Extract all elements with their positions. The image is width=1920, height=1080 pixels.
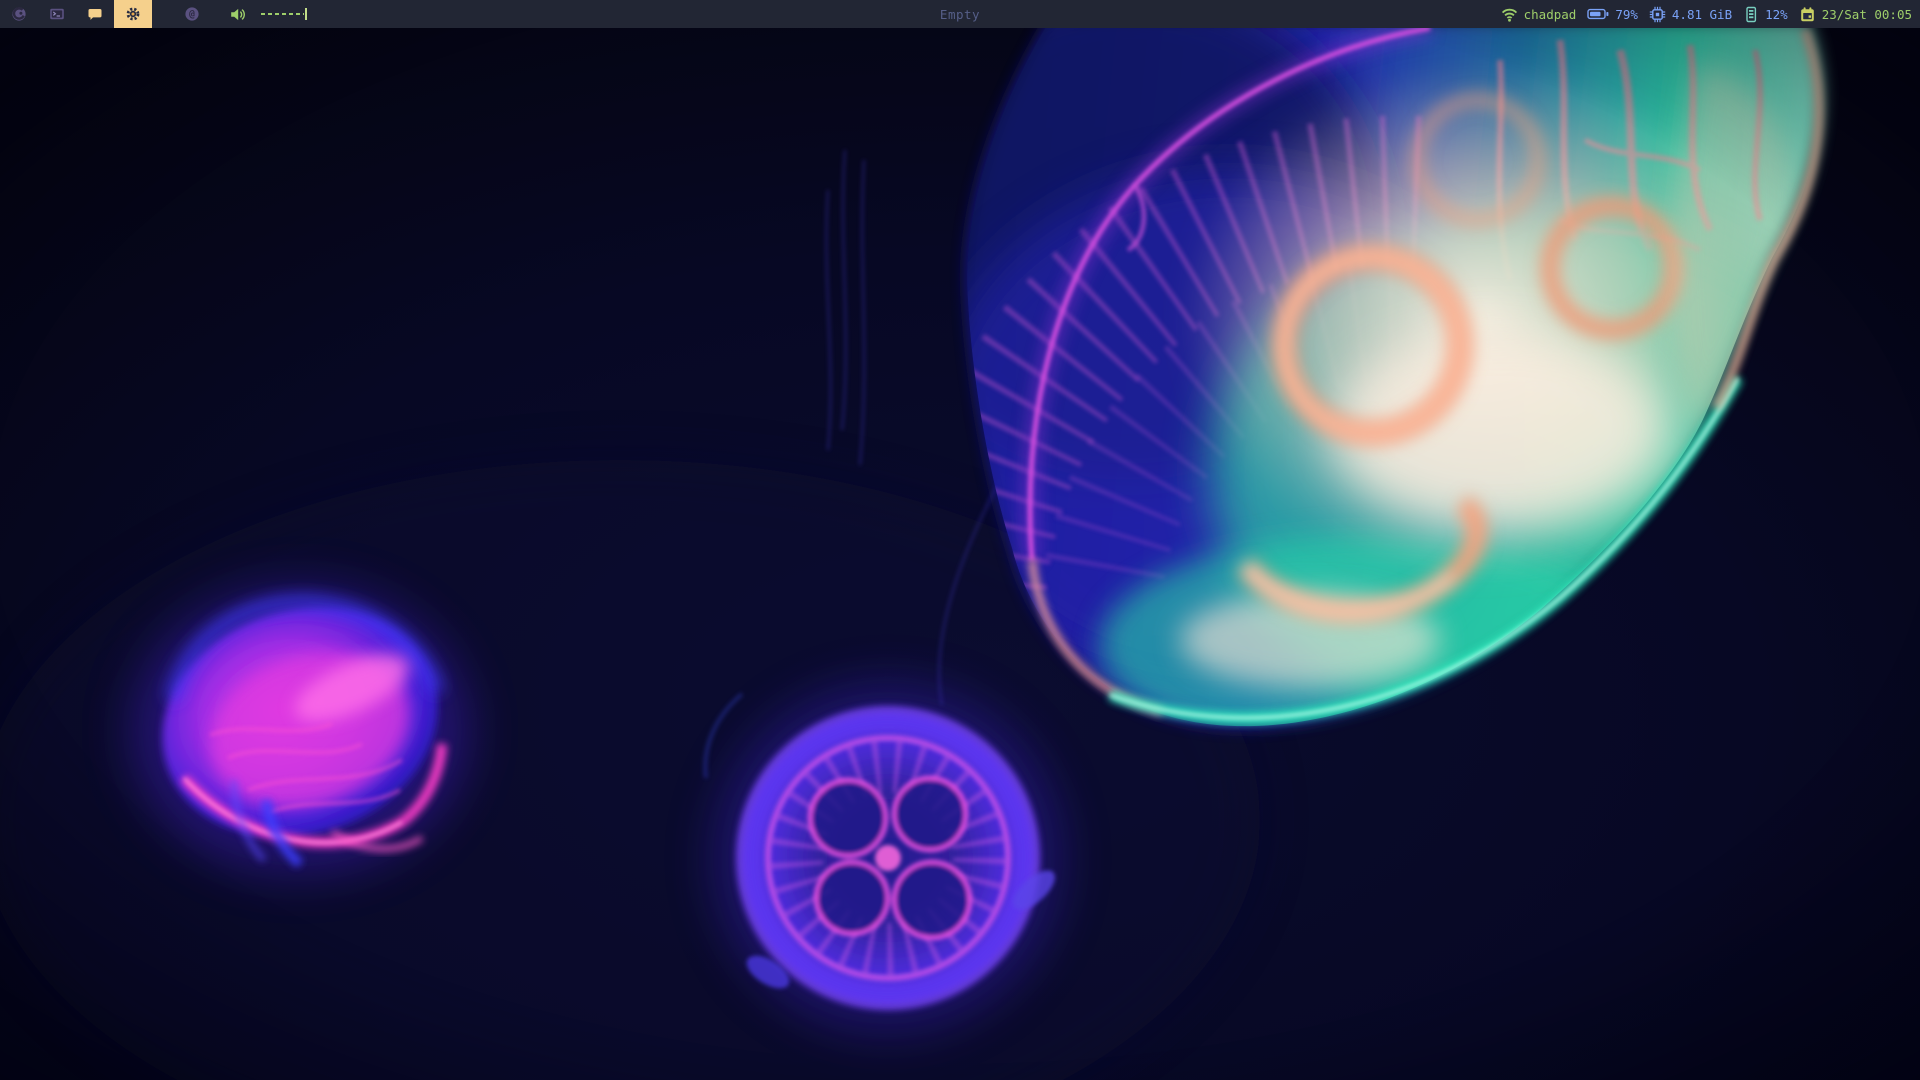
window-title: Empty bbox=[940, 7, 980, 22]
terminal-launcher[interactable] bbox=[38, 0, 76, 28]
vignette-overlay bbox=[0, 0, 1920, 1080]
gear-icon bbox=[124, 5, 142, 23]
battery-module[interactable]: 79% bbox=[1587, 7, 1638, 22]
wifi-module[interactable]: chadpad bbox=[1501, 7, 1577, 22]
speaker-icon bbox=[229, 6, 247, 23]
chat-icon bbox=[86, 5, 104, 23]
at-icon: @ bbox=[183, 5, 201, 23]
volume-slider[interactable] bbox=[261, 8, 307, 20]
mail-launcher[interactable]: @ bbox=[173, 0, 211, 28]
volume-handle[interactable] bbox=[305, 8, 307, 20]
jellyfish-wallpaper bbox=[0, 0, 1920, 1080]
chip-icon bbox=[1649, 6, 1666, 23]
memory-module[interactable]: 4.81 GiB bbox=[1649, 6, 1732, 23]
battery-percent: 79% bbox=[1615, 7, 1638, 22]
cpu-usage: 12% bbox=[1765, 7, 1788, 22]
status-modules: chadpad 79% 4.81 GiB bbox=[1501, 6, 1920, 23]
settings-launcher[interactable] bbox=[114, 0, 152, 28]
calendar-icon bbox=[1799, 6, 1816, 23]
ram-stick-icon bbox=[1743, 6, 1759, 23]
memory-used: 4.81 GiB bbox=[1672, 7, 1732, 22]
browser-icon bbox=[10, 5, 28, 23]
wifi-icon bbox=[1501, 7, 1518, 22]
browser-launcher[interactable] bbox=[0, 0, 38, 28]
battery-icon bbox=[1587, 8, 1609, 20]
volume-track bbox=[261, 13, 304, 15]
clock-text: 23/Sat 00:05 bbox=[1822, 7, 1912, 22]
wifi-ssid: chadpad bbox=[1524, 7, 1577, 22]
launcher-group: @ bbox=[0, 0, 211, 28]
svg-text:@: @ bbox=[189, 9, 195, 20]
terminal-icon bbox=[48, 5, 66, 23]
cpu-module[interactable]: 12% bbox=[1743, 6, 1788, 23]
clock-module[interactable]: 23/Sat 00:05 bbox=[1799, 6, 1912, 23]
status-bar: @ Empty chadpad bbox=[0, 0, 1920, 28]
chat-launcher[interactable] bbox=[76, 0, 114, 28]
desktop-wallpaper bbox=[0, 0, 1920, 1080]
volume-widget[interactable] bbox=[229, 6, 307, 23]
